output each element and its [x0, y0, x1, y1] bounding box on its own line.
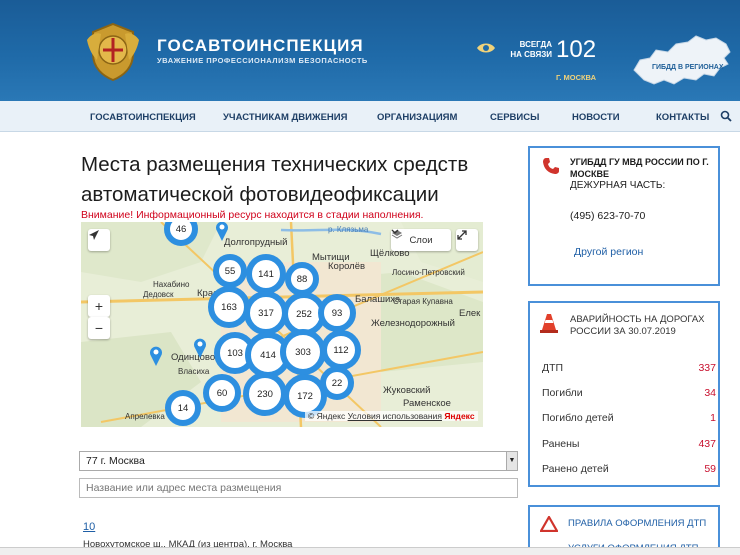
accident-rules-link[interactable]: ПРАВИЛА ОФОРМЛЕНИЯ ДТП — [568, 518, 706, 529]
map-cluster[interactable]: 88 — [285, 262, 319, 296]
map-cluster[interactable]: 22 — [320, 366, 354, 400]
layers-button[interactable]: Слои — [391, 229, 451, 251]
horizontal-scrollbar[interactable] — [0, 547, 740, 555]
map-cluster[interactable]: 112 — [321, 330, 361, 370]
contact-label-line-1: ВСЕГДА — [519, 40, 552, 49]
stat-label: Погибло детей — [542, 412, 614, 424]
warning-triangle-icon — [540, 516, 558, 532]
page-title: Места размещения технических средств авт… — [81, 153, 469, 206]
map-label: Раменское — [403, 398, 451, 409]
nav-item-organizations[interactable]: ОРГАНИЗАЦИЯМ — [377, 112, 457, 123]
stat-row: Погибли 34 — [542, 387, 716, 399]
stat-value: 59 — [704, 463, 716, 475]
stat-row: Ранены 437 — [542, 438, 716, 450]
nav-item-news[interactable]: НОВОСТИ — [572, 112, 620, 123]
map-cluster[interactable]: 55 — [213, 254, 247, 288]
map-cluster[interactable]: 141 — [246, 254, 286, 294]
terms-link[interactable]: Условия использования — [348, 411, 442, 421]
eye-icon — [477, 43, 495, 53]
site-title[interactable]: ГОСАВТОИНСПЕКЦИЯ — [157, 36, 364, 56]
stat-value: 337 — [698, 362, 716, 374]
zoom-out-button[interactable]: − — [88, 317, 110, 339]
map-cluster[interactable]: 230 — [243, 372, 287, 416]
map-label: Апрелевка — [125, 412, 165, 421]
map-cluster[interactable]: 14 — [165, 390, 201, 426]
site-tagline: УВАЖЕНИЕ ПРОФЕССИОНАЛИЗМ БЕЗОПАСНОСТЬ — [157, 56, 368, 65]
map-label: р. Клязьма — [328, 225, 369, 234]
accident-stats-panel: АВАРИЙНОСТЬ НА ДОРОГАХ РОССИИ ЗА 30.07.2… — [528, 301, 720, 487]
phone-icon — [543, 158, 559, 174]
duty-phone: (495) 623-70-70 — [570, 210, 646, 222]
chevron-down-icon — [391, 229, 399, 234]
stat-label: Ранены — [542, 438, 580, 450]
nav-item-gosavtoinspektsiya[interactable]: ГОСАВТОИНСПЕКЦИЯ — [90, 112, 196, 123]
minus-icon: − — [94, 320, 104, 336]
nav-item-contacts[interactable]: КОНТАКТЫ — [656, 112, 709, 123]
locate-button[interactable] — [88, 229, 110, 251]
other-region-link[interactable]: Другой регион — [574, 246, 643, 258]
yandex-logo[interactable]: Яндекс — [444, 411, 474, 421]
stat-value: 437 — [698, 438, 716, 450]
nav-item-traffic-participants[interactable]: УЧАСТНИКАМ ДВИЖЕНИЯ — [223, 112, 347, 123]
location-search-input[interactable]: Название или адрес места размещения — [79, 478, 518, 498]
search-icon[interactable] — [720, 110, 732, 122]
duty-label: ДЕЖУРНАЯ ЧАСТЬ: — [570, 180, 666, 191]
emblem-icon[interactable] — [83, 20, 143, 82]
map-copyright: © Яндекс Условия использования Яндекс — [305, 411, 478, 421]
stat-label: Погибли — [542, 387, 583, 399]
russia-map-icon[interactable] — [630, 30, 734, 92]
result-number-link[interactable]: 10 — [83, 521, 95, 533]
map-label: Власиха — [178, 367, 210, 376]
stat-row: Ранено детей 59 — [542, 463, 716, 475]
contact-label-line-2: НА СВЯЗИ — [510, 50, 552, 59]
site-header: ГОСАВТОИНСПЕКЦИЯ УВАЖЕНИЕ ПРОФЕССИОНАЛИЗ… — [0, 0, 740, 101]
stat-label: ДТП — [542, 362, 564, 374]
map-cluster[interactable]: 60 — [203, 374, 241, 412]
nav-item-services[interactable]: СЕРВИСЫ — [490, 112, 539, 123]
region-select-value: 77 г. Москва — [86, 455, 145, 467]
main-nav: ГОСАВТОИНСПЕКЦИЯ УЧАСТНИКАМ ДВИЖЕНИЯ ОРГ… — [0, 101, 740, 132]
map-pin-icon[interactable] — [148, 345, 164, 367]
stat-label: Ранено детей — [542, 463, 609, 475]
map-cluster[interactable]: 93 — [318, 294, 356, 332]
map-label: Жуковский — [383, 385, 431, 396]
map-pin-icon[interactable] — [192, 337, 208, 359]
navigation-arrow-icon — [89, 230, 99, 240]
emergency-number: 102 — [556, 36, 597, 63]
warning-notice: Внимание! Информационный ресурс находитс… — [81, 209, 424, 221]
stat-row: Погибло детей 1 — [542, 412, 716, 424]
layers-label: Слои — [409, 234, 433, 246]
city-selector[interactable]: Г. МОСКВА — [556, 73, 596, 82]
zoom-in-button[interactable]: + — [88, 295, 110, 317]
map-pin-icon[interactable] — [214, 222, 230, 242]
expand-icon — [457, 230, 467, 240]
stat-row: ДТП 337 — [542, 362, 716, 374]
regions-link[interactable]: ГИБДД В РЕГИОНАХ — [652, 64, 724, 71]
copyright-text: © Яндекс — [308, 411, 346, 421]
map-label: Нахабино — [153, 280, 190, 289]
stat-value: 34 — [704, 387, 716, 399]
department-title: УГИБДД ГУ МВД РОССИИ ПО Г. МОСКВЕ — [570, 157, 709, 179]
contact-panel: УГИБДД ГУ МВД РОССИИ ПО Г. МОСКВЕ ДЕЖУРН… — [528, 146, 720, 286]
map-label: Лосино-Петровский — [392, 268, 465, 277]
map-cluster[interactable]: 303 — [280, 329, 326, 375]
map-label: Дедовск — [143, 290, 174, 299]
accident-stats-title: АВАРИЙНОСТЬ НА ДОРОГАХ РОССИИ ЗА 30.07.2… — [570, 314, 705, 337]
map-label: Железнодорожный — [371, 318, 455, 329]
map-label: Старая Купавна — [393, 297, 453, 306]
region-select[interactable]: 77 г. Москва ▼ — [79, 451, 518, 471]
map-label: Королёв — [328, 261, 366, 272]
stat-value: 1 — [710, 412, 716, 424]
select-arrow-icon[interactable]: ▼ — [506, 452, 517, 470]
fullscreen-button[interactable] — [456, 229, 478, 251]
plus-icon: + — [94, 298, 104, 314]
traffic-cone-icon — [540, 314, 558, 333]
contact-label: ВСЕГДА НА СВЯЗИ — [500, 40, 552, 60]
map-label: Долгопрудный — [224, 237, 288, 248]
map-label: Елек — [459, 308, 481, 319]
map-view[interactable]: Долгопрудный Мытищи Щёлково Королёв Лоси… — [81, 222, 483, 427]
